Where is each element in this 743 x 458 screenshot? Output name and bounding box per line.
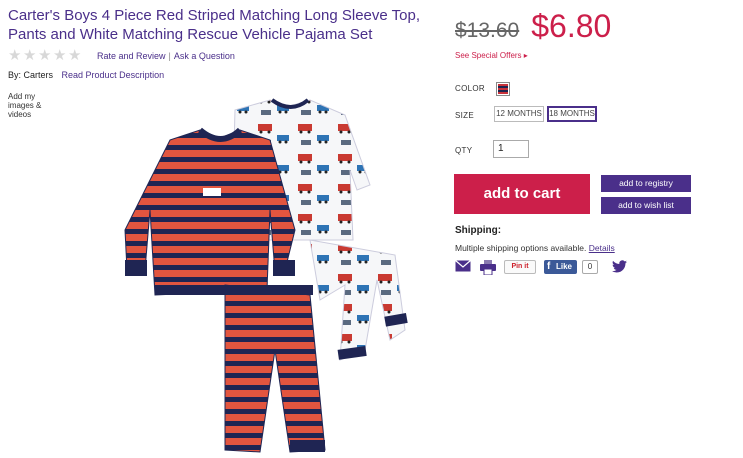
color-label: COLOR	[455, 84, 485, 93]
brand-label: By: Carters	[8, 70, 54, 80]
size-label: SIZE	[455, 111, 474, 120]
qty-label: QTY	[455, 146, 473, 155]
link-separator: |	[168, 51, 171, 61]
rate-review-link[interactable]: Rate and Review	[97, 51, 166, 61]
rating-row: ★ ★ ★ ★ ★ Rate and Review | Ask a Question	[8, 48, 235, 64]
price-row: $13.60 $6.80	[455, 8, 611, 48]
pinterest-button[interactable]: Pin it	[504, 260, 536, 274]
quantity-input[interactable]: 1	[493, 140, 529, 158]
facebook-like-count: 0	[582, 260, 598, 274]
size-option-18-months[interactable]: 18 MONTHS	[547, 106, 597, 122]
facebook-like-button[interactable]: f Like	[544, 260, 577, 274]
ask-question-link[interactable]: Ask a Question	[174, 51, 235, 61]
star-icon[interactable]: ★	[8, 48, 22, 63]
facebook-like-label: Like	[556, 262, 573, 271]
print-icon[interactable]	[480, 260, 496, 275]
product-image[interactable]	[95, 90, 430, 455]
add-to-registry-button[interactable]: add to registry	[601, 175, 691, 192]
color-swatch[interactable]	[496, 82, 510, 96]
shipping-description: Multiple shipping options available.	[455, 243, 587, 253]
special-offers-link[interactable]: See Special Offers ▸	[455, 51, 528, 60]
add-to-cart-button[interactable]: add to cart	[454, 174, 590, 214]
read-description-link[interactable]: Read Product Description	[62, 70, 165, 80]
brand-row: By: Carters Read Product Description	[8, 70, 164, 80]
original-price: $13.60	[455, 19, 520, 42]
add-to-wish-list-button[interactable]: add to wish list	[601, 197, 691, 214]
star-icon[interactable]: ★	[53, 48, 67, 63]
swatch-fill	[498, 84, 508, 94]
product-title: Carter's Boys 4 Piece Red Striped Matchi…	[8, 7, 420, 43]
add-media-link[interactable]: Add my images & videos	[8, 92, 58, 119]
shipping-title: Shipping:	[455, 225, 502, 236]
twitter-icon[interactable]	[612, 260, 627, 273]
sale-price: $6.80	[531, 8, 612, 44]
star-icon[interactable]: ★	[23, 48, 37, 63]
email-icon[interactable]	[455, 260, 471, 272]
facebook-icon: f	[547, 261, 551, 272]
shipping-details-link[interactable]: Details	[589, 243, 615, 253]
star-icon[interactable]: ★	[68, 48, 82, 63]
size-option-12-months[interactable]: 12 MONTHS	[494, 106, 544, 122]
star-icon[interactable]: ★	[38, 48, 52, 63]
rating-links: Rate and Review | Ask a Question	[97, 51, 235, 61]
shipping-text: Multiple shipping options available. Det…	[455, 243, 615, 253]
